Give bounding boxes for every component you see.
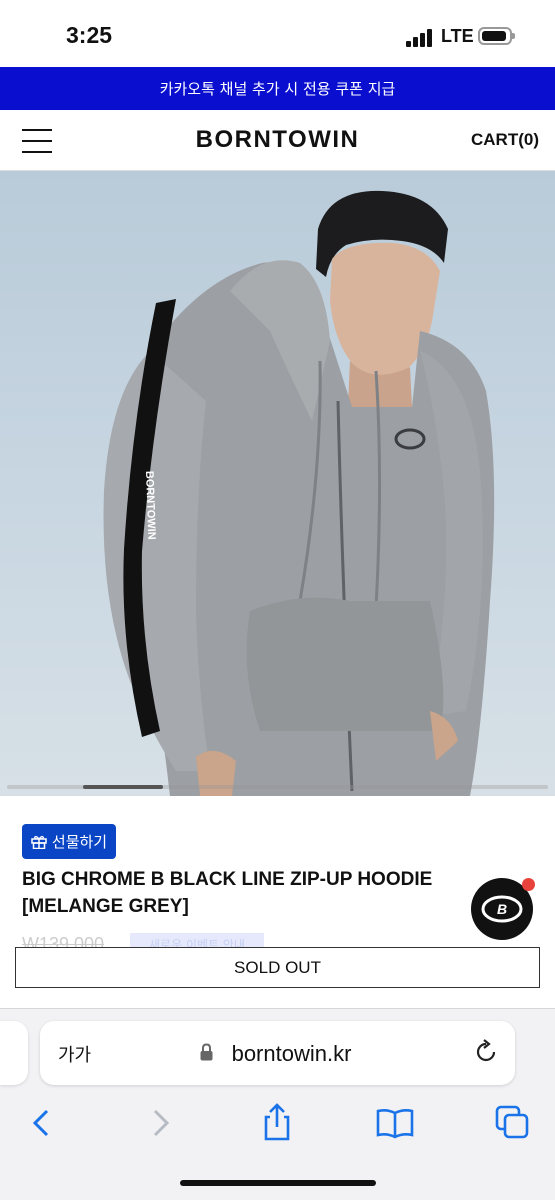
product-photo: BORNTOWIN — [103, 190, 495, 796]
network-label: LTE — [441, 26, 474, 46]
status-bar: 3:25 LTE — [0, 0, 555, 67]
reload-icon[interactable] — [473, 1039, 499, 1065]
status-time: 3:25 — [66, 22, 113, 48]
image-slider-track[interactable] — [7, 785, 548, 789]
menu-icon[interactable] — [22, 129, 52, 153]
address-bar[interactable]: 가가 borntowin.kr — [40, 1021, 515, 1085]
back-icon[interactable] — [22, 1103, 62, 1143]
site-header: BORNTOWIN CART(0) — [0, 110, 555, 171]
text-size-button[interactable]: 가가 — [58, 1041, 91, 1067]
share-icon[interactable] — [257, 1103, 297, 1143]
brand-badge-icon: B — [481, 895, 523, 923]
gift-button[interactable]: 선물하기 — [22, 824, 116, 859]
lock-icon — [200, 1043, 213, 1061]
sold-out-label: SOLD OUT — [234, 957, 321, 977]
forward-icon[interactable] — [140, 1103, 180, 1143]
signal-icon — [406, 29, 434, 47]
gift-label: 선물하기 — [51, 833, 108, 851]
sold-out-button[interactable]: SOLD OUT — [15, 947, 540, 988]
svg-text:B: B — [497, 901, 507, 917]
home-indicator — [180, 1180, 376, 1186]
product-image[interactable]: BORNTOWIN — [0, 171, 555, 796]
promo-text: 카카오톡 채널 추가 시 전용 쿠폰 지급 — [159, 80, 396, 98]
bookmarks-icon[interactable] — [375, 1103, 415, 1143]
url-label: borntowin.kr — [231, 1041, 352, 1066]
product-title: BIG CHROME B BLACK LINE ZIP-UP HOODIE [M… — [22, 869, 433, 917]
sleeve-tape-text: BORNTOWIN — [143, 471, 157, 540]
promo-banner[interactable]: 카카오톡 채널 추가 시 전용 쿠폰 지급 — [0, 67, 555, 110]
brand-floating-button[interactable]: B — [471, 878, 535, 940]
gift-icon — [31, 835, 47, 849]
browser-toolbar: 가가 borntowin.kr — [0, 1008, 555, 1200]
battery-icon — [478, 27, 515, 45]
image-slider-thumb[interactable] — [83, 785, 163, 789]
previous-tab-preview[interactable] — [0, 1021, 28, 1085]
url-text: borntowin.kr — [40, 1041, 515, 1067]
cart-link[interactable]: CART(0) — [471, 130, 539, 150]
notification-dot — [522, 878, 535, 891]
tabs-icon[interactable] — [493, 1103, 533, 1143]
